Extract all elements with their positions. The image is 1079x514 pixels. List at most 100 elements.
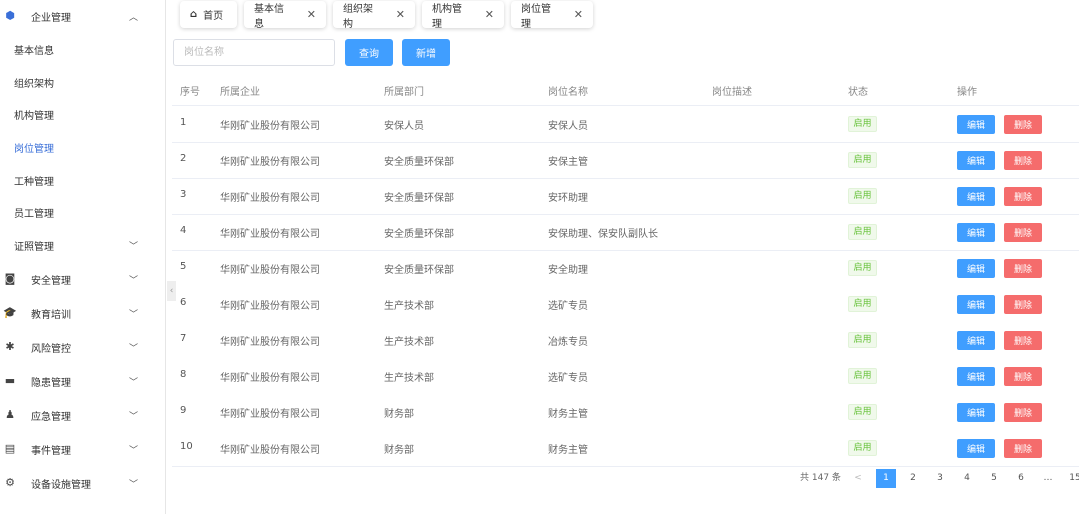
sidebar-item-label: 岗位管理: [14, 143, 54, 155]
status-badge: 启用: [848, 224, 877, 240]
sidebar-item-12[interactable]: ♟ 应急管理 ﹀: [0, 400, 165, 430]
sidebar-item-14[interactable]: ⚙ 设备设施管理 ﹀: [0, 468, 165, 498]
edit-button[interactable]: 编辑: [957, 331, 995, 350]
table-cell: 选矿专员: [548, 373, 588, 384]
edit-button[interactable]: 编辑: [957, 259, 995, 278]
status-badge: 启用: [848, 440, 877, 456]
sidebar-item-8[interactable]: ◙ 安全管理 ﹀: [0, 264, 165, 294]
column-header: 所属企业: [220, 87, 260, 98]
page-ellipsis[interactable]: …: [1038, 469, 1058, 488]
table-cell: 9: [180, 405, 187, 416]
sidebar-item-label: 工种管理: [14, 176, 54, 188]
table-cell: 华刚矿业股份有限公司: [220, 157, 320, 168]
table-cell: 安保人员: [548, 121, 588, 132]
tab-1[interactable]: 基本信息 ✕: [244, 1, 326, 30]
sidebar-item-label: 企业管理: [31, 12, 71, 24]
sidebar-item-11[interactable]: ▬ 隐患管理 ﹀: [0, 366, 165, 396]
sidebar-item-6[interactable]: 员工管理: [0, 197, 165, 227]
row-divider: [172, 214, 1079, 215]
add-button[interactable]: 新增: [402, 39, 450, 66]
sidebar-item-2[interactable]: 组织架构: [0, 67, 165, 97]
sidebar-item-10[interactable]: ✱ 风险管控 ﹀: [0, 332, 165, 362]
page-5[interactable]: 5: [984, 469, 1004, 488]
page-4[interactable]: 4: [957, 469, 977, 488]
table-cell: 安保人员: [384, 121, 424, 132]
column-header: 状态: [848, 87, 868, 98]
table-cell: 选矿专员: [548, 301, 588, 312]
table-cell: 财务主管: [548, 445, 588, 456]
table-cell: 4: [180, 225, 187, 236]
sidebar-item-7[interactable]: 证照管理 ﹀: [0, 230, 165, 260]
delete-button[interactable]: 删除: [1004, 223, 1042, 242]
page-1[interactable]: 1: [876, 469, 896, 488]
tab-4[interactable]: 岗位管理 ✕: [511, 1, 593, 30]
event-icon: ▤: [4, 442, 16, 455]
tab-0[interactable]: ⌂ 首页: [180, 1, 237, 28]
sidebar-item-3[interactable]: 机构管理: [0, 99, 165, 129]
edit-button[interactable]: 编辑: [957, 151, 995, 170]
sidebar-item-13[interactable]: ▤ 事件管理 ﹀: [0, 434, 165, 464]
delete-button[interactable]: 删除: [1004, 331, 1042, 350]
position-name-search-input[interactable]: [173, 39, 335, 66]
table-cell: 安全质量环保部: [384, 265, 454, 276]
sidebar-item-label: 证照管理: [14, 241, 54, 253]
edit-button[interactable]: 编辑: [957, 223, 995, 242]
sidebar-item-label: 风险管控: [31, 343, 71, 355]
delete-button[interactable]: 删除: [1004, 367, 1042, 386]
table-cell: 财务主管: [548, 409, 588, 420]
tab-3[interactable]: 机构管理 ✕: [422, 1, 504, 30]
delete-button[interactable]: 删除: [1004, 187, 1042, 206]
chevron-down-icon: ﹀: [129, 411, 139, 422]
edit-button[interactable]: 编辑: [957, 439, 995, 458]
page-6[interactable]: 6: [1011, 469, 1031, 488]
collapse-sidebar-handle[interactable]: ‹: [167, 281, 176, 301]
close-tab-icon[interactable]: ✕: [396, 8, 405, 21]
query-button[interactable]: 查询: [345, 39, 393, 66]
delete-button[interactable]: 删除: [1004, 295, 1042, 314]
delete-button[interactable]: 删除: [1004, 439, 1042, 458]
home-icon: ⌂: [190, 9, 198, 20]
edit-button[interactable]: 编辑: [957, 403, 995, 422]
sidebar-item-1[interactable]: 基本信息: [0, 34, 165, 64]
edit-button[interactable]: 编辑: [957, 187, 995, 206]
gear-icon: ⚙: [5, 476, 15, 489]
close-tab-icon[interactable]: ✕: [307, 8, 316, 21]
graduation-cap-icon: 🎓: [3, 306, 17, 319]
sidebar-item-label: 应急管理: [31, 411, 71, 423]
prev-page-button[interactable]: <: [848, 469, 868, 488]
edit-button[interactable]: 编辑: [957, 115, 995, 134]
close-tab-icon[interactable]: ✕: [574, 8, 583, 21]
sidebar-item-0[interactable]: ⬢ 企业管理 ︿: [0, 1, 165, 31]
sidebar-item-label: 基本信息: [14, 45, 54, 57]
edit-button[interactable]: 编辑: [957, 367, 995, 386]
table-cell: 安环助理: [548, 193, 588, 204]
tab-label: 首页: [203, 11, 224, 22]
column-header: 岗位描述: [712, 87, 752, 98]
risk-icon: ✱: [5, 340, 15, 353]
table-cell: 华刚矿业股份有限公司: [220, 445, 320, 456]
table-cell: 华刚矿业股份有限公司: [220, 301, 320, 312]
table-cell: 华刚矿业股份有限公司: [220, 193, 320, 204]
sidebar-item-5[interactable]: 工种管理: [0, 165, 165, 195]
column-header: 序号: [180, 87, 200, 98]
tab-2[interactable]: 组织架构 ✕: [333, 1, 415, 30]
delete-button[interactable]: 删除: [1004, 151, 1042, 170]
chevron-down-icon: ﹀: [129, 479, 139, 490]
status-badge: 启用: [848, 368, 877, 384]
status-badge: 启用: [848, 116, 877, 132]
tab-label: 岗位管理: [521, 3, 551, 30]
table-cell: 10: [180, 441, 193, 452]
table-cell: 生产技术部: [384, 373, 434, 384]
emergency-icon: ♟: [5, 408, 15, 421]
page-3[interactable]: 3: [930, 469, 950, 488]
delete-button[interactable]: 删除: [1004, 259, 1042, 278]
delete-button[interactable]: 删除: [1004, 403, 1042, 422]
delete-button[interactable]: 删除: [1004, 115, 1042, 134]
sidebar-item-9[interactable]: 🎓 教育培训 ﹀: [0, 298, 165, 328]
edit-button[interactable]: 编辑: [957, 295, 995, 314]
page-2[interactable]: 2: [903, 469, 923, 488]
sidebar-item-4[interactable]: 岗位管理: [0, 132, 165, 162]
sidebar-item-label: 隐患管理: [31, 377, 71, 389]
page-15[interactable]: 15: [1065, 469, 1079, 488]
close-tab-icon[interactable]: ✕: [485, 8, 494, 21]
